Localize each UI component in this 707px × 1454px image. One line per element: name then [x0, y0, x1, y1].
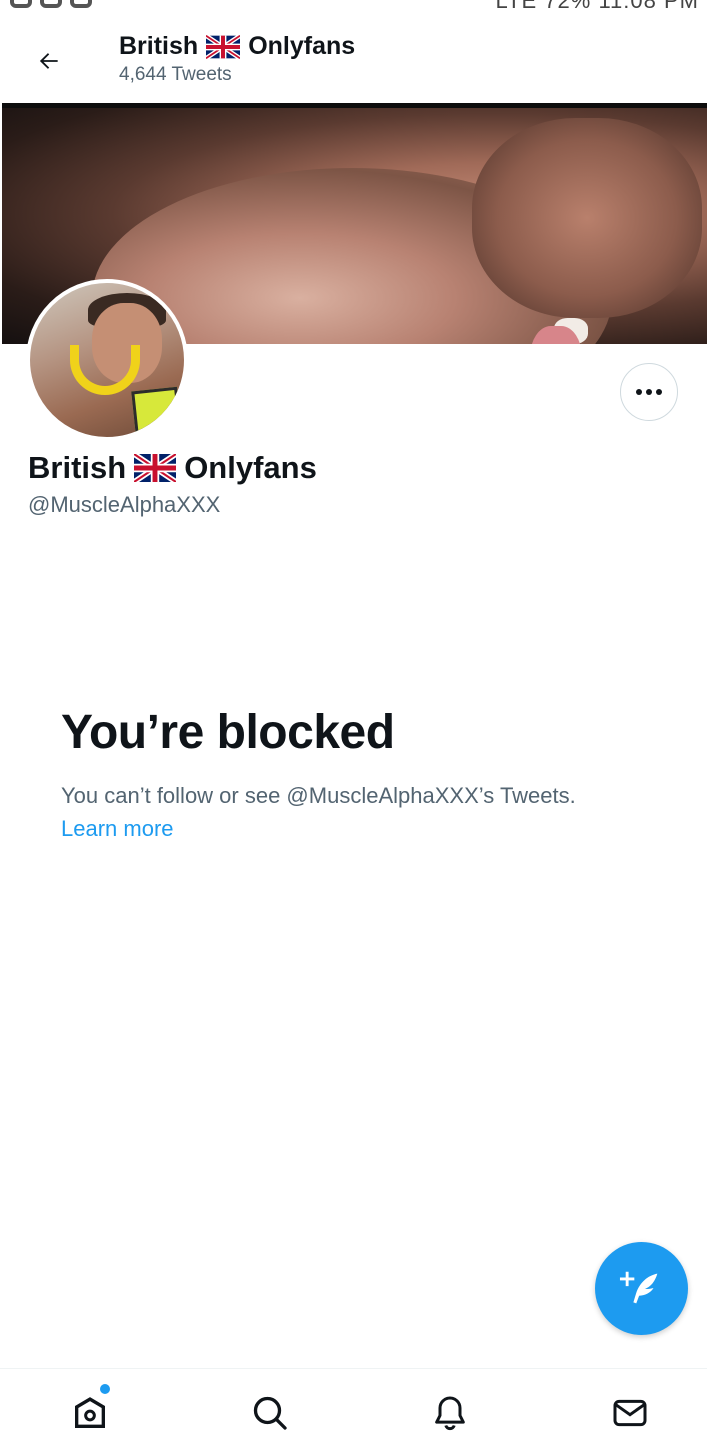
more-icon-dot — [656, 389, 662, 395]
status-icons-left — [10, 0, 92, 8]
banner-photo-head — [472, 118, 702, 318]
more-options-button[interactable] — [620, 363, 678, 421]
header-title: British Onlyfans — [119, 32, 355, 61]
status-text: LTE 72% 11:08 PM — [495, 0, 699, 12]
nav-notifications[interactable] — [428, 1391, 472, 1435]
uk-flag-icon — [206, 34, 241, 59]
back-button[interactable] — [28, 40, 70, 82]
header-name-last: Onlyfans — [248, 32, 356, 60]
avatar-headphones — [70, 345, 140, 395]
avatar-phone — [131, 386, 183, 437]
tweets-count: 4,644 Tweets — [119, 64, 232, 85]
back-arrow-icon — [39, 53, 58, 69]
compose-tweet-icon — [619, 1271, 657, 1303]
top-bar: British Onlyfans 4,644 Tweets — [0, 12, 707, 104]
messages-icon — [613, 1399, 647, 1427]
more-icon — [636, 389, 642, 395]
nav-home[interactable] — [68, 1391, 112, 1435]
profile-name-last: Onlyfans — [184, 450, 317, 485]
status-bar: LTE 72% 11:08 PM — [0, 0, 707, 12]
compose-tweet-button[interactable] — [595, 1242, 688, 1335]
more-icon-dot — [646, 389, 652, 395]
blocked-description: You can’t follow or see @MuscleAlphaXXX’… — [61, 783, 576, 808]
bottom-navigation — [0, 1368, 707, 1454]
profile-name-first: British — [28, 450, 127, 485]
header-name-first: British — [119, 32, 199, 60]
nav-search[interactable] — [248, 1391, 292, 1435]
profile-handle: @MuscleAlphaXXX — [28, 492, 221, 517]
profile-avatar[interactable] — [26, 279, 188, 441]
uk-flag-icon — [134, 454, 177, 482]
search-icon — [253, 1396, 287, 1430]
home-icon — [75, 1397, 105, 1428]
profile-name: British Onlyfans — [28, 450, 317, 486]
notifications-icon — [435, 1396, 465, 1431]
nav-messages[interactable] — [608, 1391, 652, 1435]
blocked-title: You’re blocked — [61, 706, 395, 759]
learn-more-link[interactable]: Learn more — [61, 816, 174, 842]
home-notification-dot — [100, 1384, 110, 1394]
